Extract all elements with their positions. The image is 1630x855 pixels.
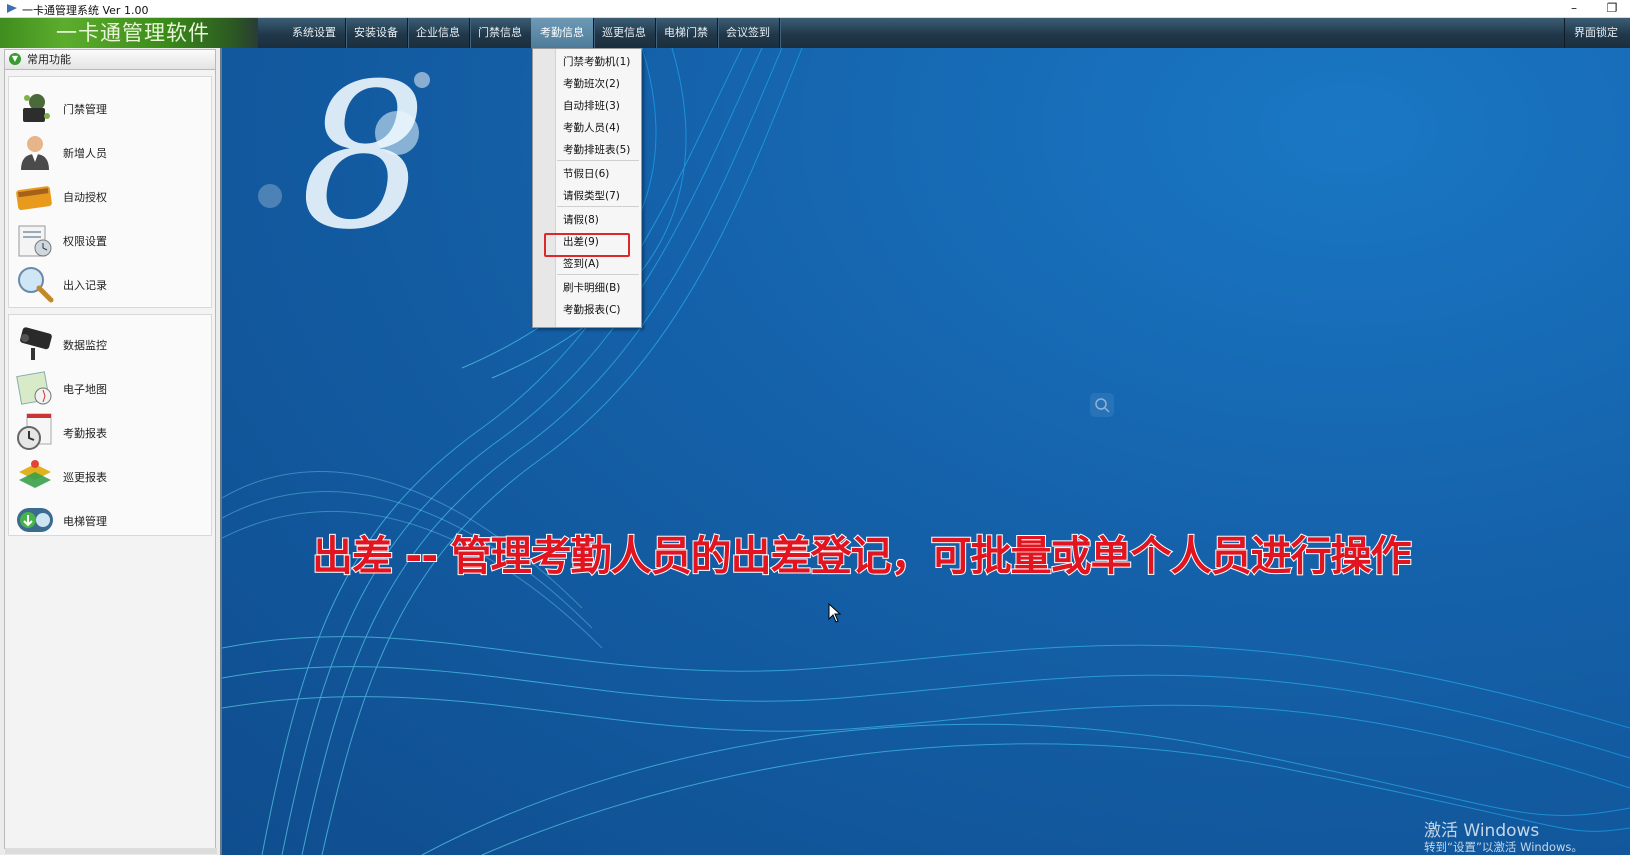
menu-attendance-info[interactable]: 考勤信息 <box>531 18 594 48</box>
clock-icon <box>17 413 52 450</box>
sidebar-item-door-access[interactable]: 门禁管理 <box>15 88 205 128</box>
door-access-icon <box>23 94 50 122</box>
attendance-dropdown-menu: 门禁考勤机(1) 考勤班次(2) 自动排班(3) 考勤人员(4) 考勤排班表(5… <box>532 48 642 328</box>
camera-icon <box>20 327 52 360</box>
card-icon <box>16 186 52 211</box>
search-overlay[interactable] <box>1090 393 1114 417</box>
sidebar-item-auto-authorize[interactable]: 自动授权 <box>15 176 205 216</box>
sidebar-item-access-records[interactable]: 出入记录 <box>15 264 205 304</box>
menu-item-attendance-report[interactable]: 考勤报表(C) <box>563 302 621 317</box>
sidebar-item-label: 电子地图 <box>63 383 107 396</box>
menu-item-schedule-table[interactable]: 考勤排班表(5) <box>563 142 630 157</box>
tutorial-caption: 出差 -- 管理考勤人员的出差登记，可批量或单个人员进行操作 <box>311 531 1413 581</box>
menu-meeting-signin[interactable]: 会议签到 <box>717 18 780 48</box>
menu-item-shifts[interactable]: 考勤班次(2) <box>563 76 620 91</box>
menu-item-leave[interactable]: 请假(8) <box>563 212 599 227</box>
elevator-icon <box>17 508 53 532</box>
menu-separator <box>557 274 639 275</box>
sidebar-item-label: 自动授权 <box>63 191 107 204</box>
menu-separator <box>557 160 639 161</box>
lock-ui-button[interactable]: 界面锁定 <box>1564 18 1627 48</box>
sidebar-item-label: 巡更报表 <box>63 471 107 484</box>
mouse-cursor-icon <box>828 603 842 623</box>
permission-icon <box>18 225 52 257</box>
menu-gutter <box>533 49 556 327</box>
background-wave-art <box>222 48 1630 855</box>
sidebar-item-label: 权限设置 <box>63 235 107 248</box>
menu-item-sign-in[interactable]: 签到(A) <box>563 256 599 271</box>
window-title: 一卡通管理系统 Ver 1.00 <box>22 4 149 17</box>
sidebar: ▼ 常用功能 门禁管理 新增人员 自动授权 权限设置 出入记录 数据监控 电子地… <box>0 48 222 855</box>
sidebar-item-label: 新增人员 <box>63 147 107 160</box>
decorative-logo: 8 <box>300 41 428 274</box>
restore-button[interactable]: ❐ <box>1594 0 1630 18</box>
menu-separator <box>557 206 639 207</box>
app-icon <box>7 4 17 13</box>
menu-item-attendance-staff[interactable]: 考勤人员(4) <box>563 120 620 135</box>
layers-icon <box>19 460 51 488</box>
collapse-icon[interactable]: ▼ <box>9 53 21 65</box>
sidebar-group-title: 常用功能 <box>27 53 71 66</box>
menu-item-auto-schedule[interactable]: 自动排班(3) <box>563 98 620 113</box>
magnifier-icon <box>18 267 54 303</box>
window-title-bar: 一卡通管理系统 Ver 1.00 – ❐ <box>0 0 1630 18</box>
sidebar-item-label: 门禁管理 <box>63 103 107 116</box>
sidebar-item-label: 电梯管理 <box>63 515 107 528</box>
sidebar-item-label: 出入记录 <box>63 279 107 292</box>
minimize-button[interactable]: – <box>1556 0 1592 18</box>
sidebar-item-label: 考勤报表 <box>63 427 107 440</box>
sidebar-item-e-map[interactable]: 电子地图 <box>15 368 205 408</box>
menu-patrol-info[interactable]: 巡更信息 <box>593 18 656 48</box>
main-desktop-area <box>222 48 1630 855</box>
menu-access-info[interactable]: 门禁信息 <box>469 18 532 48</box>
menu-item-holidays[interactable]: 节假日(6) <box>563 166 609 181</box>
search-icon <box>1095 398 1110 413</box>
sidebar-panel: ▼ 常用功能 门禁管理 新增人员 自动授权 权限设置 出入记录 数据监控 电子地… <box>4 49 217 854</box>
person-icon <box>21 136 49 170</box>
map-icon <box>16 371 52 405</box>
highlight-box <box>544 233 630 257</box>
sidebar-item-permission[interactable]: 权限设置 <box>15 220 205 260</box>
menu-elevator-access[interactable]: 电梯门禁 <box>655 18 718 48</box>
menu-item-card-swipe-details[interactable]: 刷卡明细(B) <box>563 280 620 295</box>
brand-title: 一卡通管理软件 <box>0 18 258 48</box>
sidebar-item-new-person[interactable]: 新增人员 <box>15 132 205 172</box>
sidebar-item-attendance-report[interactable]: 考勤报表 <box>15 412 205 452</box>
activation-watermark-title: 激活 Windows <box>1424 821 1540 841</box>
sidebar-item-data-monitor[interactable]: 数据监控 <box>15 324 205 364</box>
sidebar-bottom-tab <box>5 848 217 854</box>
activation-watermark-subtitle: 转到“设置”以激活 Windows。 <box>1424 840 1583 854</box>
main-menubar: 一卡通管理软件 系统设置 安装设备 企业信息 门禁信息 考勤信息 巡更信息 电梯… <box>0 18 1630 49</box>
sidebar-item-elevator[interactable]: 电梯管理 <box>15 500 205 540</box>
menu-item-access-attendance-machine[interactable]: 门禁考勤机(1) <box>563 54 630 69</box>
menu-item-leave-types[interactable]: 请假类型(7) <box>563 188 620 203</box>
sidebar-group-header[interactable]: ▼ 常用功能 <box>5 50 215 70</box>
sidebar-item-label: 数据监控 <box>63 339 107 352</box>
sidebar-item-patrol-report[interactable]: 巡更报表 <box>15 456 205 496</box>
